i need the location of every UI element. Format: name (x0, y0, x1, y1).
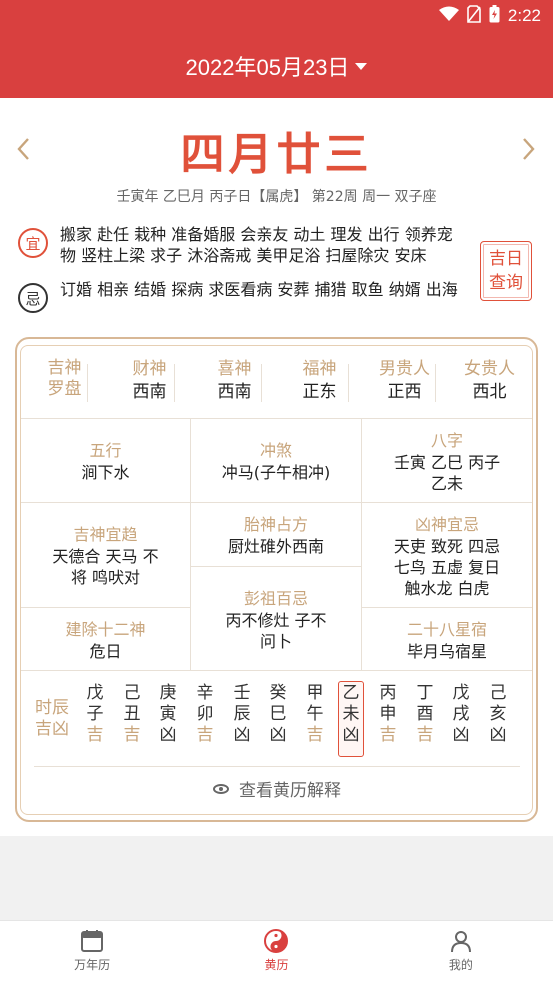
divider (435, 364, 436, 402)
god-cell: 喜神 西南 (217, 359, 252, 402)
bottom-nav: 万年历 黄历 我的 (0, 920, 553, 983)
app-header: 2:22 2022年05月23日 (0, 0, 553, 98)
status-time: 2:22 (507, 6, 541, 25)
shichen-hour[interactable]: 己 丑 吉 (119, 683, 145, 746)
chongsha-cell: 冲煞 冲马(子午相冲) (221, 441, 331, 482)
jiri-query-line2: 查询 (489, 273, 523, 293)
xiongshen-cell: 凶神宜忌 天吏 致死 四忌 七鸟 五虚 复日 触水龙 白虎 (393, 515, 501, 598)
god-cell: 女贵人 西北 (464, 359, 515, 402)
shichen-hour-current[interactable]: 乙 未 凶 (338, 681, 364, 757)
battery-charging-icon (489, 5, 500, 27)
divider (190, 566, 362, 567)
tab-mine[interactable]: 我的 (369, 921, 553, 983)
ji-section: 忌 订婚 相亲 结婚 探病 求医看病 安葬 捕猎 取鱼 纳婿 出海 (18, 279, 468, 313)
shichen-hour[interactable]: 壬 辰 凶 (229, 683, 255, 746)
ji-text: 订婚 相亲 结婚 探病 求医看病 安葬 捕猎 取鱼 纳婿 出海 (60, 280, 458, 299)
divider (361, 607, 532, 608)
yi-badge: 宜 (18, 228, 48, 258)
divider (348, 364, 349, 402)
tab-calendar-label: 万年历 (74, 958, 111, 972)
bazi-cell: 八字 壬寅 乙巳 丙子 乙未 (393, 431, 501, 493)
ganzhi-info: 壬寅年 乙巳月 丙子日【属虎】 第22周 周一 双子座 (116, 189, 437, 205)
view-explanation-link[interactable]: 查看黄历解释 (22, 770, 532, 814)
divider (34, 766, 520, 767)
jianchu-cell: 建除十二神 危日 (65, 620, 146, 661)
status-bar: 2:22 (438, 4, 541, 28)
divider (21, 670, 532, 671)
wifi-icon (438, 6, 459, 26)
divider (21, 502, 532, 503)
shichen-hour[interactable]: 癸 巳 凶 (265, 683, 291, 746)
shichen-hour[interactable]: 丁 酉 吉 (412, 683, 438, 746)
shichen-hour[interactable]: 辛 卯 吉 (192, 683, 218, 746)
tab-almanac-label: 黄历 (264, 958, 289, 972)
shichen-row: 时辰 吉凶 戊 子 吉 己 丑 吉 庚 寅 凶 辛 卯 吉 壬 辰 凶 癸 巳 … (22, 680, 532, 766)
divider (21, 607, 191, 608)
shichen-hour[interactable]: 甲 午 吉 (302, 683, 328, 746)
shichen-hour[interactable]: 丙 申 吉 (375, 683, 401, 746)
shichen-hour[interactable]: 己 亥 凶 (485, 683, 511, 746)
yinyang-icon (264, 929, 289, 953)
tab-calendar[interactable]: 万年历 (0, 921, 184, 983)
shichen-hour[interactable]: 戊 戌 凶 (448, 683, 474, 746)
divider (261, 364, 262, 402)
shichen-hour[interactable]: 戊 子 吉 (82, 683, 108, 746)
yi-text: 搬家 赴任 栽种 准备婚服 会亲友 动土 理发 出行 领养宠物 竖柱上梁 求子 … (60, 225, 453, 265)
caret-down-icon (355, 62, 368, 70)
shichen-hour[interactable]: 庚 寅 凶 (155, 683, 181, 746)
yi-section: 宜 搬家 赴任 栽种 准备婚服 会亲友 动土 理发 出行 领养宠物 竖柱上梁 求… (18, 224, 468, 266)
view-explanation-label: 查看黄历解释 (239, 781, 341, 801)
wuxing-cell: 五行 涧下水 (81, 441, 130, 482)
jiri-query-button[interactable]: 吉日 查询 (480, 241, 532, 301)
person-icon (450, 931, 471, 953)
eye-icon (213, 784, 229, 794)
xingxiu-cell: 二十八星宿 毕月乌宿星 (406, 620, 487, 661)
taishen-cell: 胎神占方 厨灶碓外西南 (227, 515, 324, 556)
divider (21, 418, 532, 419)
date-picker-label: 2022年05月23日 (185, 55, 350, 80)
calendar-icon (81, 930, 104, 952)
divider (87, 364, 88, 402)
gods-row: 吉神 罗盘 财神 西南 喜神 西南 福神 正东 男贵人 正西 女贵人 西北 (22, 350, 532, 416)
lunar-date: 四月廿三 (180, 129, 373, 180)
date-picker[interactable]: 2022年05月23日 (0, 50, 553, 82)
pengzu-cell: 彭祖百忌 丙不修灶 子不 问卜 (225, 589, 327, 651)
divider (174, 364, 175, 402)
tab-mine-label: 我的 (448, 958, 473, 972)
jishen-cell: 吉神宜趋 天德合 天马 不 将 鸣吠对 (52, 525, 159, 587)
ji-badge: 忌 (18, 283, 48, 313)
gods-row-title: 吉神 罗盘 (47, 358, 82, 399)
god-cell: 财神 西南 (132, 359, 167, 402)
no-sim-icon (467, 5, 481, 27)
tab-almanac[interactable]: 黄历 (184, 921, 368, 983)
jiri-query-line1: 吉日 (489, 249, 523, 269)
god-cell: 福神 正东 (302, 359, 337, 402)
shichen-label: 时辰 吉凶 (35, 698, 69, 739)
